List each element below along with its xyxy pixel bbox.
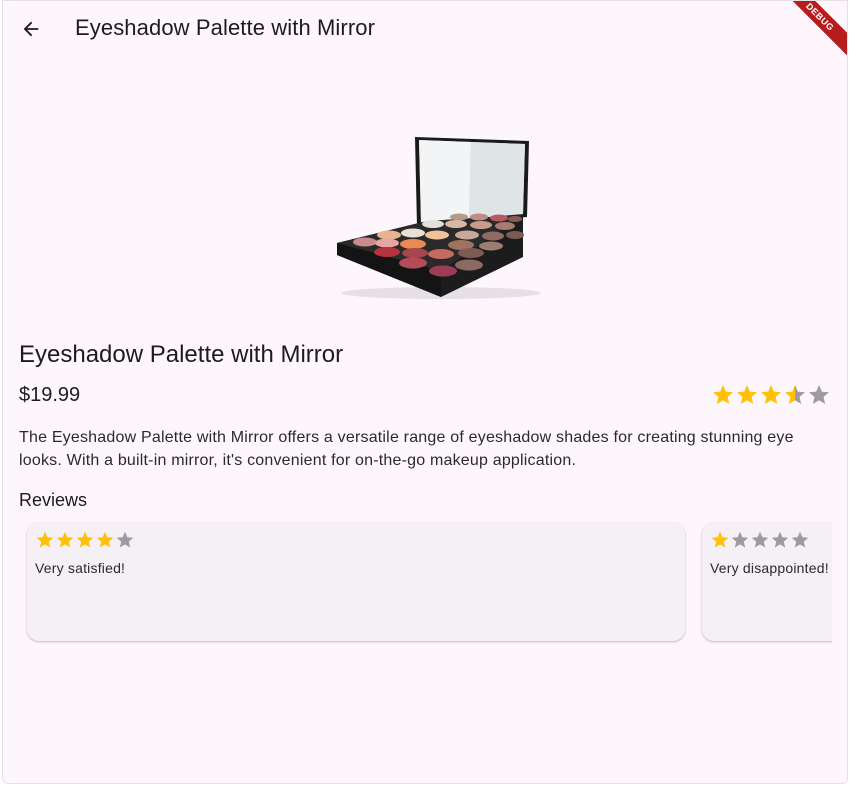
review-text: Very satisfied! xyxy=(35,560,126,576)
back-button[interactable] xyxy=(15,11,47,47)
star-filled-icon xyxy=(76,531,94,548)
star-filled-icon xyxy=(56,531,74,548)
product-image xyxy=(337,137,541,299)
star-empty-icon xyxy=(809,385,829,404)
product-rating xyxy=(711,383,831,407)
star-empty-icon xyxy=(791,531,809,548)
arrow-left-icon xyxy=(23,21,39,37)
app-bar: Eyeshadow Palette with Mirror xyxy=(3,1,847,57)
review-text: Very disappointed! xyxy=(710,560,829,576)
page-title: Eyeshadow Palette with Mirror xyxy=(75,15,376,40)
star-half-icon xyxy=(785,385,805,404)
star-filled-icon xyxy=(711,531,729,548)
product-name: Eyeshadow Palette with Mirror xyxy=(19,341,344,368)
star-empty-icon xyxy=(116,531,134,548)
star-empty-icon xyxy=(771,531,789,548)
review-rating xyxy=(35,530,135,550)
review-rating xyxy=(710,530,810,550)
star-filled-icon xyxy=(761,385,781,404)
star-filled-icon xyxy=(36,531,54,548)
star-filled-icon xyxy=(713,385,733,404)
star-empty-icon xyxy=(751,531,769,548)
product-price: $19.99 xyxy=(19,384,81,406)
star-filled-icon xyxy=(96,531,114,548)
app-window: Eyeshadow Palette with Mirror DEBUG Eyes… xyxy=(2,0,848,784)
reviews-carousel[interactable]: Very satisfied! Very disappointed! xyxy=(19,519,832,645)
reviews-heading: Reviews xyxy=(19,490,88,510)
review-card: Very disappointed! xyxy=(702,522,832,641)
review-card: Very satisfied! xyxy=(27,522,685,641)
star-empty-icon xyxy=(731,531,749,548)
product-description: The Eyeshadow Palette with Mirror offers… xyxy=(19,429,794,469)
star-filled-icon xyxy=(737,385,757,404)
